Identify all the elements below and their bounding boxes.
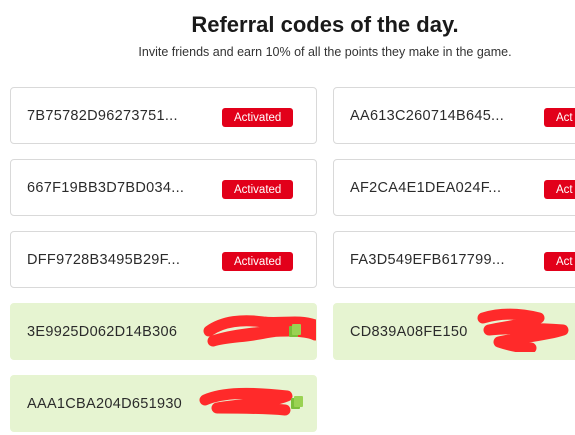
referral-code-card[interactable]: 7B75782D96273751... Activated — [10, 87, 317, 144]
referral-code: AAA1CBA204D651930 — [27, 395, 183, 412]
redaction-scribble — [199, 387, 293, 416]
referral-code-card[interactable]: DFF9728B3495B29F... Activated — [10, 231, 317, 288]
referral-code-card[interactable]: AF2CA4E1DEA024F... Act — [333, 159, 575, 216]
activated-badge: Act — [544, 180, 575, 199]
referral-code: FA3D549EFB617799... — [350, 251, 505, 268]
activated-badge: Activated — [222, 108, 294, 127]
referral-code: DFF9728B3495B29F... — [27, 251, 181, 268]
page-subtitle: Invite friends and earn 10% of all the p… — [138, 45, 512, 59]
activated-badge: Activated — [222, 252, 294, 271]
page-title: Referral codes of the day. — [191, 12, 459, 37]
copy-icon[interactable] — [291, 396, 303, 410]
available-code-card[interactable]: AAA1CBA204D651930 — [10, 375, 317, 432]
referral-code: AA613C260714B645... — [350, 107, 505, 124]
activated-badge: Act — [544, 108, 575, 127]
activated-badge: Activated — [222, 180, 294, 199]
referral-code: 667F19BB3D7BD034... — [27, 179, 185, 196]
redaction-scribble — [477, 308, 569, 352]
referral-code: 7B75782D96273751... — [27, 107, 178, 124]
copy-icon[interactable] — [289, 324, 301, 338]
referral-code-card[interactable]: 667F19BB3D7BD034... Activated — [10, 159, 317, 216]
referral-code: AF2CA4E1DEA024F... — [350, 179, 502, 196]
referral-page: Referral codes of the day. Invite friend… — [0, 0, 575, 435]
referral-code: 3E9925D062D14B306 — [27, 323, 178, 340]
available-code-card[interactable]: 3E9925D062D14B306 — [10, 303, 317, 360]
available-code-card[interactable]: CD839A08FE150 — [333, 303, 575, 360]
activated-badge: Act — [544, 252, 575, 271]
referral-code: CD839A08FE150 — [350, 323, 468, 340]
referral-code-card[interactable]: FA3D549EFB617799... Act — [333, 231, 575, 288]
referral-code-card[interactable]: AA613C260714B645... Act — [333, 87, 575, 144]
